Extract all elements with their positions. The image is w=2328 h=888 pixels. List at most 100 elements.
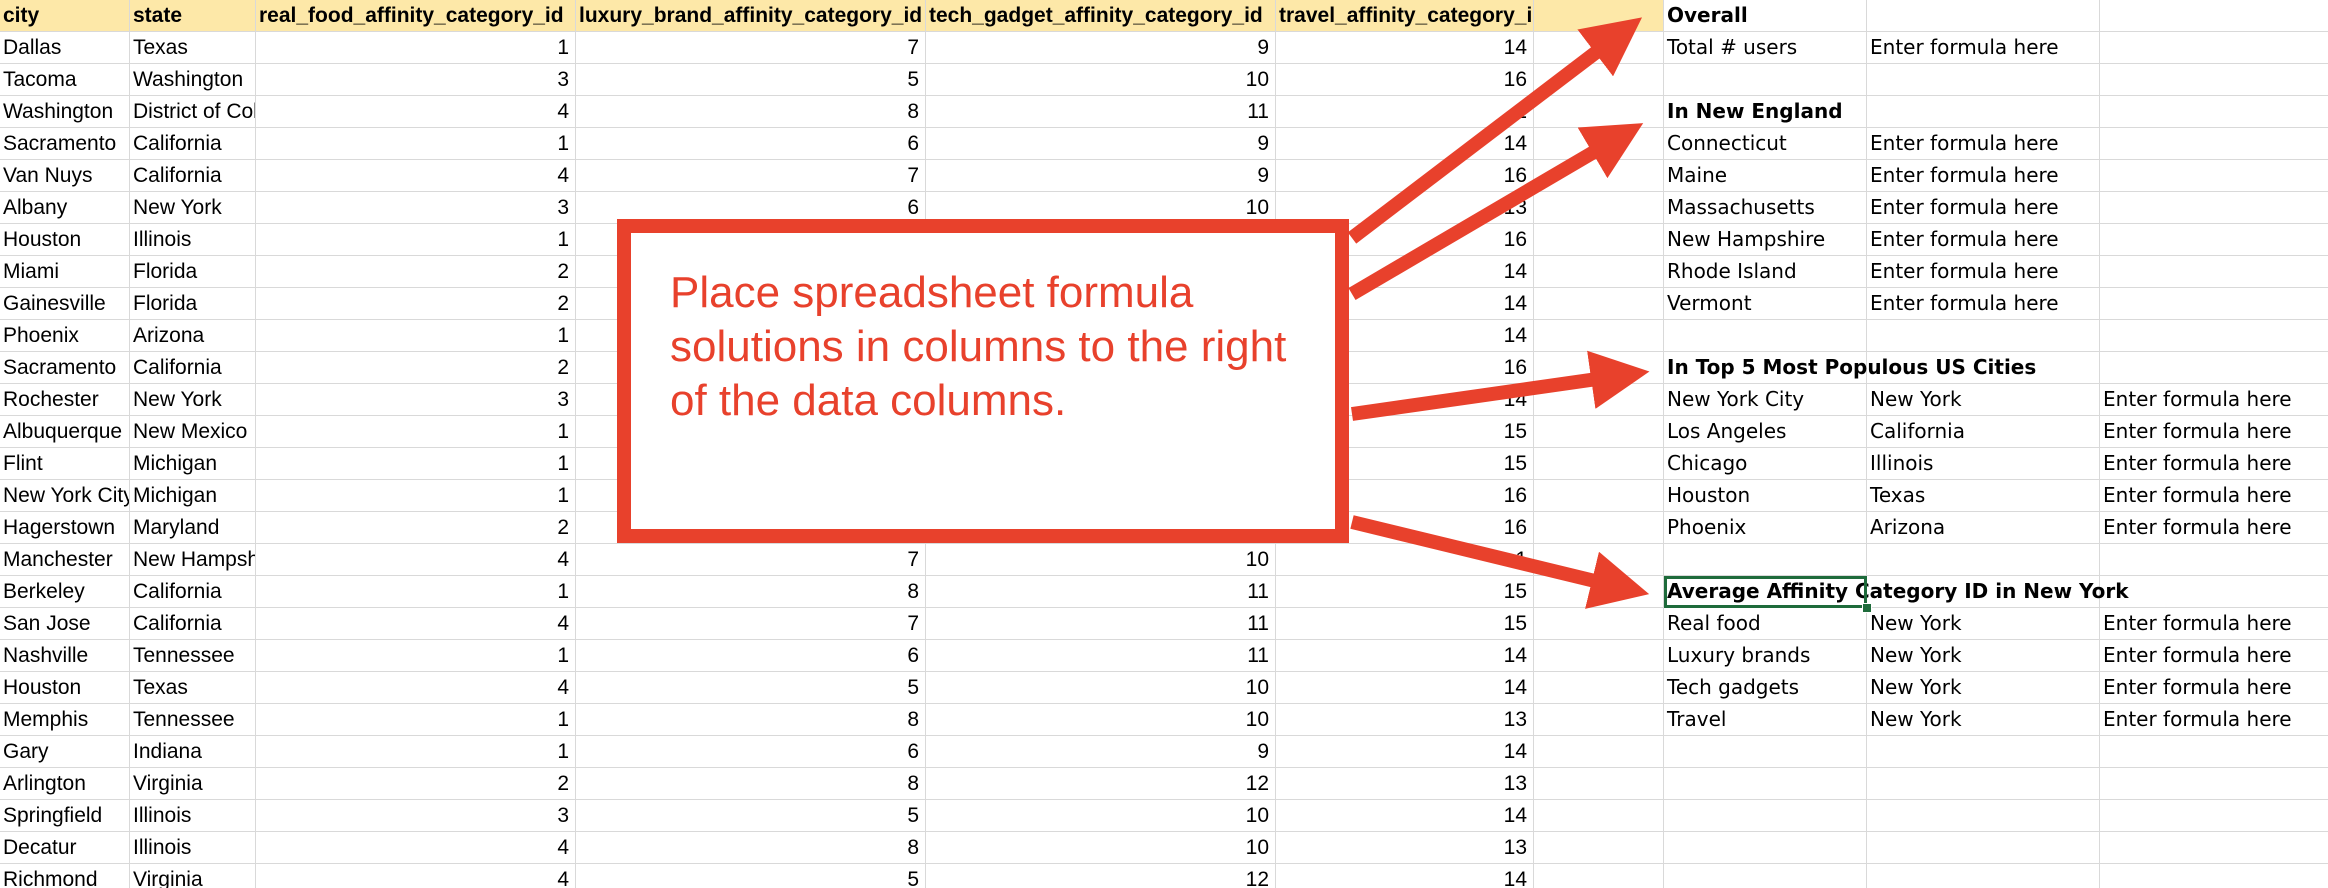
cell-travel[interactable]: 14: [1276, 736, 1534, 768]
cell-value[interactable]: Enter formula here: [1867, 224, 2100, 256]
cell-city[interactable]: Gary: [0, 736, 130, 768]
cell-city[interactable]: Manchester: [0, 544, 130, 576]
cell-formula[interactable]: [2100, 832, 2328, 864]
cell-empty[interactable]: [1534, 704, 1664, 736]
cell-state[interactable]: Florida: [130, 256, 256, 288]
section-heading[interactable]: In Top 5 Most Populous US Cities: [1664, 352, 2036, 384]
cell-value[interactable]: Arizona: [1867, 512, 2100, 544]
cell-city[interactable]: Dallas: [0, 32, 130, 64]
cell-label[interactable]: Phoenix: [1664, 512, 1867, 544]
cell-real-food[interactable]: 2: [256, 352, 576, 384]
cell-empty[interactable]: [1534, 576, 1664, 608]
cell-tech-gadget[interactable]: 11: [926, 640, 1276, 672]
cell-real-food[interactable]: 4: [256, 544, 576, 576]
cell-city[interactable]: Albany: [0, 192, 130, 224]
cell-formula[interactable]: [2100, 160, 2328, 192]
cell-label[interactable]: Real food: [1664, 608, 1867, 640]
cell-travel[interactable]: 13: [1276, 704, 1534, 736]
cell-real-food[interactable]: 1: [256, 224, 576, 256]
cell-state[interactable]: Illinois: [130, 832, 256, 864]
cell-travel[interactable]: 14: [1276, 640, 1534, 672]
cell-tech-gadget[interactable]: 9: [926, 736, 1276, 768]
cell-empty[interactable]: [1534, 192, 1664, 224]
cell-city[interactable]: Rochester: [0, 384, 130, 416]
cell-empty[interactable]: [1534, 224, 1664, 256]
cell-empty[interactable]: [1867, 0, 2100, 32]
cell-city[interactable]: Sacramento: [0, 352, 130, 384]
cell-real-food[interactable]: 2: [256, 288, 576, 320]
cell-travel[interactable]: 15: [1276, 608, 1534, 640]
cell-travel[interactable]: 16: [1276, 64, 1534, 96]
cell-real-food[interactable]: 1: [256, 704, 576, 736]
section-heading[interactable]: In New England: [1664, 96, 1867, 128]
cell-city[interactable]: New York City: [0, 480, 130, 512]
cell-real-food[interactable]: 1: [256, 480, 576, 512]
cell-real-food[interactable]: 4: [256, 832, 576, 864]
cell-formula[interactable]: [2100, 64, 2328, 96]
section-heading[interactable]: Average Affinity Category ID in New York: [1664, 576, 2129, 608]
cell-formula[interactable]: [2100, 544, 2328, 576]
cell-luxury-brand[interactable]: 5: [576, 800, 926, 832]
header-state[interactable]: state: [130, 0, 256, 32]
cell-value[interactable]: [1867, 320, 2100, 352]
cell-value[interactable]: [1867, 832, 2100, 864]
cell-city[interactable]: Phoenix: [0, 320, 130, 352]
cell-luxury-brand[interactable]: 5: [576, 672, 926, 704]
cell-travel[interactable]: 1: [1276, 544, 1534, 576]
cell-state[interactable]: Tennessee: [130, 640, 256, 672]
cell-state[interactable]: California: [130, 160, 256, 192]
cell-formula[interactable]: [2100, 864, 2328, 888]
cell-value[interactable]: [1867, 864, 2100, 888]
cell-city[interactable]: Hagerstown: [0, 512, 130, 544]
cell-label[interactable]: Los Angeles: [1664, 416, 1867, 448]
cell-luxury-brand[interactable]: 8: [576, 576, 926, 608]
cell-travel[interactable]: 14: [1276, 800, 1534, 832]
cell-luxury-brand[interactable]: 8: [576, 704, 926, 736]
header-city[interactable]: city: [0, 0, 130, 32]
cell-city[interactable]: Tacoma: [0, 64, 130, 96]
cell-real-food[interactable]: 4: [256, 608, 576, 640]
cell-city[interactable]: Miami: [0, 256, 130, 288]
cell-city[interactable]: Springfield: [0, 800, 130, 832]
section-heading[interactable]: Overall: [1664, 0, 1867, 32]
cell-real-food[interactable]: 1: [256, 320, 576, 352]
cell-value[interactable]: Illinois: [1867, 448, 2100, 480]
cell-formula[interactable]: Enter formula here: [2100, 608, 2328, 640]
cell-empty[interactable]: [1534, 480, 1664, 512]
cell-tech-gadget[interactable]: 10: [926, 832, 1276, 864]
cell-luxury-brand[interactable]: 8: [576, 832, 926, 864]
cell-real-food[interactable]: 2: [256, 512, 576, 544]
cell-state[interactable]: New York: [130, 192, 256, 224]
cell-real-food[interactable]: 2: [256, 768, 576, 800]
cell-real-food[interactable]: 1: [256, 640, 576, 672]
cell-label[interactable]: New York City: [1664, 384, 1867, 416]
cell-empty[interactable]: [1534, 512, 1664, 544]
cell-label[interactable]: Total # users: [1664, 32, 1867, 64]
cell-value[interactable]: [1867, 736, 2100, 768]
cell-formula[interactable]: [2100, 736, 2328, 768]
cell-value[interactable]: [1867, 64, 2100, 96]
cell-real-food[interactable]: 2: [256, 256, 576, 288]
cell-state[interactable]: Michigan: [130, 448, 256, 480]
cell-real-food[interactable]: 1: [256, 32, 576, 64]
cell-city[interactable]: Washington: [0, 96, 130, 128]
cell-state[interactable]: Florida: [130, 288, 256, 320]
cell-value[interactable]: New York: [1867, 672, 2100, 704]
cell-tech-gadget[interactable]: 9: [926, 160, 1276, 192]
cell-formula[interactable]: [2100, 128, 2328, 160]
cell-city[interactable]: Houston: [0, 672, 130, 704]
cell-formula[interactable]: Enter formula here: [2100, 448, 2328, 480]
cell-formula[interactable]: Enter formula here: [2100, 416, 2328, 448]
cell-value[interactable]: Enter formula here: [1867, 32, 2100, 64]
cell-formula[interactable]: [2100, 256, 2328, 288]
cell-label[interactable]: [1664, 864, 1867, 888]
cell-city[interactable]: Nashville: [0, 640, 130, 672]
cell-empty[interactable]: [1534, 64, 1664, 96]
cell-tech-gadget[interactable]: 10: [926, 672, 1276, 704]
cell-formula[interactable]: Enter formula here: [2100, 480, 2328, 512]
cell-city[interactable]: Decatur: [0, 832, 130, 864]
cell-real-food[interactable]: 1: [256, 416, 576, 448]
cell-tech-gadget[interactable]: 9: [926, 128, 1276, 160]
cell-label[interactable]: Tech gadgets: [1664, 672, 1867, 704]
cell-formula[interactable]: [2100, 32, 2328, 64]
